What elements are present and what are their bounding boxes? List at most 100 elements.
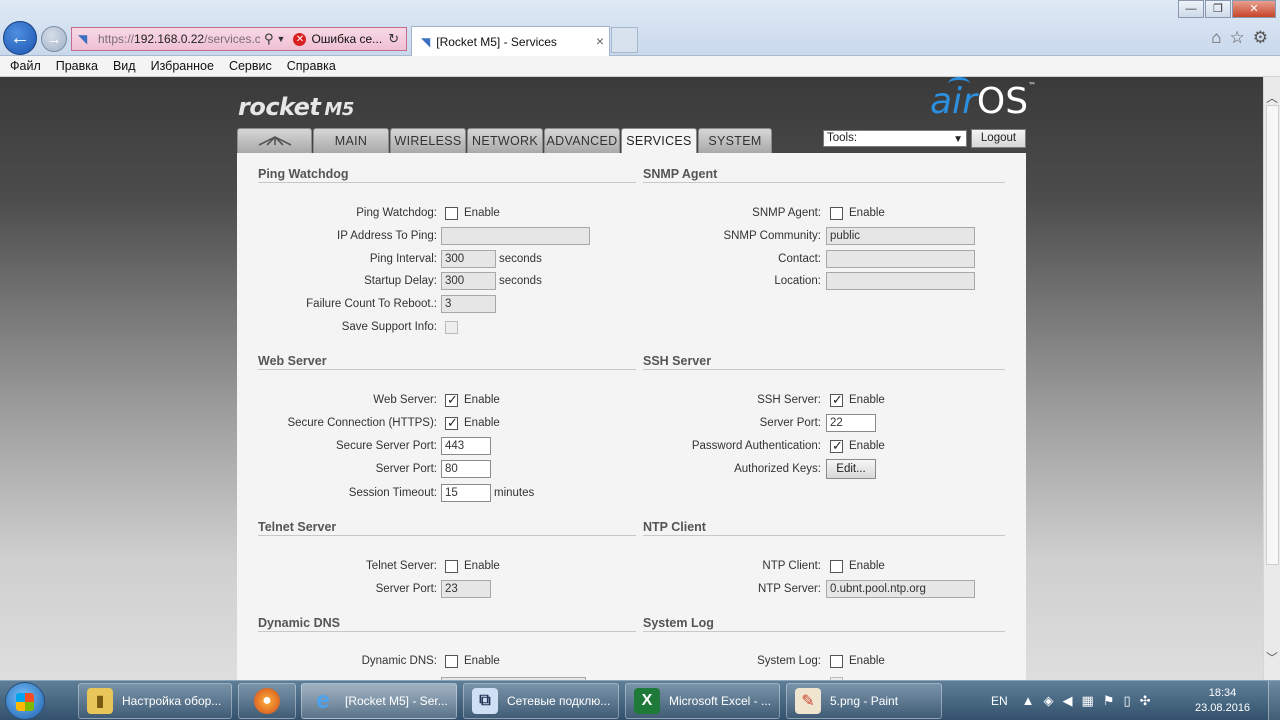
forward-button[interactable]: → (41, 26, 67, 52)
taskbar-item-excel[interactable]: X Microsoft Excel - ... (625, 683, 780, 719)
tab-ubiquiti-logo[interactable] (237, 128, 312, 153)
secure-port-input[interactable]: 443 (441, 437, 491, 455)
scroll-down-icon[interactable]: ﹀ (1266, 649, 1278, 666)
search-icon[interactable]: ⚲ (264, 31, 274, 47)
ddns-label: Dynamic DNS: (361, 655, 437, 667)
taskbar-item-label: Сетевые подклю... (507, 694, 611, 708)
section-divider (643, 535, 1005, 536)
edit-authorized-keys-button[interactable]: Edit... (826, 459, 876, 479)
tab-main[interactable]: MAIN (313, 128, 389, 153)
tab-advanced[interactable]: ADVANCED (544, 128, 620, 153)
taskbar-item-network[interactable]: ⧉ Сетевые подклю... (463, 683, 619, 719)
ping-watchdog-checkbox[interactable] (445, 207, 458, 220)
web-server-enable-label: Enable (464, 394, 500, 406)
favorites-star-icon[interactable]: ☆ (1230, 28, 1245, 48)
tab-services[interactable]: SERVICES (621, 128, 697, 153)
chevron-down-icon: ▼ (953, 134, 963, 145)
startup-delay-input[interactable]: 300 (441, 272, 496, 290)
address-url[interactable]: https://192.168.0.22/services.cg (98, 32, 260, 46)
password-auth-checkbox[interactable]: ✓ (830, 438, 843, 453)
save-support-info-checkbox[interactable] (445, 321, 458, 334)
web-port-input[interactable]: 80 (441, 460, 491, 478)
snmp-contact-input[interactable] (826, 250, 975, 268)
snmp-location-input[interactable] (826, 272, 975, 290)
ping-interval-input[interactable]: 300 (441, 250, 496, 268)
failure-count-input[interactable]: 3 (441, 295, 496, 313)
ping-watchdog-enable-label: Enable (464, 207, 500, 219)
ddns-checkbox[interactable] (445, 655, 458, 668)
drive-icon[interactable]: ▲ (1022, 693, 1035, 709)
menu-edit[interactable]: Правка (56, 59, 98, 73)
refresh-icon[interactable]: ↻ (388, 31, 399, 47)
snmp-agent-checkbox[interactable] (830, 207, 843, 220)
browser-tab-active[interactable]: ◥ [Rocket M5] - Services × (411, 26, 610, 56)
snmp-community-input[interactable]: public (826, 227, 975, 245)
chevron-down-icon[interactable]: ▼ (277, 34, 286, 44)
close-tab-icon[interactable]: × (596, 33, 604, 49)
taskbar-item-paint[interactable]: ✎ 5.png - Paint (786, 683, 942, 719)
tools-select[interactable]: Tools: ▼ (823, 130, 967, 147)
battery-icon[interactable]: ▯ (1124, 693, 1131, 709)
clock[interactable]: 18:34 23.08.2016 (1195, 686, 1250, 716)
page-scrollbar[interactable]: ︿ ﹀ (1263, 77, 1280, 680)
telnet-port-input[interactable]: 23 (441, 580, 491, 598)
ntp-server-input[interactable]: 0.ubnt.pool.ntp.org (826, 580, 975, 598)
tools-tray-icon[interactable]: ✣ (1140, 693, 1151, 709)
ntp-client-checkbox[interactable] (830, 560, 843, 573)
logout-button[interactable]: Logout (971, 129, 1026, 148)
web-server-checkbox[interactable]: ✓ (445, 392, 458, 407)
close-window-button[interactable]: ✕ (1232, 0, 1276, 18)
tab-system[interactable]: SYSTEM (698, 128, 772, 153)
section-divider (643, 369, 1005, 370)
section-divider (258, 369, 636, 370)
https-checkbox[interactable]: ✓ (445, 415, 458, 430)
ping-interval-unit: seconds (499, 253, 542, 265)
ssh-port-label: Server Port: (759, 417, 821, 429)
start-button[interactable] (5, 682, 45, 720)
maximize-button[interactable]: ❐ (1205, 0, 1231, 18)
show-desktop-button[interactable] (1268, 681, 1280, 720)
gear-icon[interactable]: ⚙ (1253, 28, 1268, 48)
tab-wireless[interactable]: WIRELESS (390, 128, 466, 153)
ping-ip-input[interactable] (441, 227, 590, 245)
snmp-agent-enable-label: Enable (849, 207, 885, 219)
session-timeout-input[interactable]: 15 (441, 484, 491, 502)
address-bar[interactable]: ◥ https://192.168.0.22/services.cg ⚲ ▼ ✕… (71, 27, 407, 51)
section-divider (258, 535, 636, 536)
main-nav-tabs: MAIN WIRELESS NETWORK ADVANCED SERVICES … (237, 128, 773, 153)
ntp-client-label: NTP Client: (762, 560, 821, 572)
menu-help[interactable]: Справка (287, 59, 336, 73)
menu-file[interactable]: Файл (10, 59, 41, 73)
scrollbar-thumb[interactable] (1266, 105, 1279, 565)
menu-view[interactable]: Вид (113, 59, 136, 73)
telnet-server-checkbox[interactable] (445, 560, 458, 573)
ssh-server-enable-label: Enable (849, 394, 885, 406)
section-title-ddns: Dynamic DNS (258, 616, 340, 630)
speaker-icon[interactable]: ◀ (1063, 693, 1073, 709)
failure-count-label: Failure Count To Reboot.: (306, 298, 437, 310)
certificate-error-label[interactable]: Ошибка се... (311, 32, 382, 46)
minimize-button[interactable]: — (1178, 0, 1204, 18)
network-icon[interactable]: ▦ (1082, 693, 1094, 709)
tab-network[interactable]: NETWORK (467, 128, 543, 153)
ssh-server-label: SSH Server: (757, 394, 821, 406)
network-connections-icon: ⧉ (472, 688, 498, 714)
flag-icon[interactable]: ⚑ (1103, 693, 1115, 709)
taskbar-item-firefox[interactable]: ● (238, 683, 296, 719)
antivirus-icon[interactable]: ◈ (1044, 693, 1054, 709)
browser-toolbar-icons: ⌂ ☆ ⚙ (1211, 28, 1268, 48)
save-support-info-label: Save Support Info: (341, 321, 437, 333)
ssh-server-checkbox[interactable]: ✓ (830, 392, 843, 407)
certificate-error-icon[interactable]: ✕ (293, 32, 307, 46)
back-button[interactable]: ← (3, 21, 37, 55)
language-indicator[interactable]: EN (991, 694, 1008, 708)
scroll-up-icon[interactable]: ︿ (1266, 89, 1278, 106)
new-tab-button[interactable] (611, 27, 638, 53)
syslog-checkbox[interactable] (830, 655, 843, 668)
menu-tools[interactable]: Сервис (229, 59, 272, 73)
ssh-port-input[interactable]: 22 (826, 414, 876, 432)
taskbar-item-folder[interactable]: ▮ Настройка обор... (78, 683, 232, 719)
menu-favorites[interactable]: Избранное (151, 59, 214, 73)
taskbar-item-ie[interactable]: e [Rocket M5] - Ser... (301, 683, 457, 719)
home-icon[interactable]: ⌂ (1211, 28, 1221, 48)
